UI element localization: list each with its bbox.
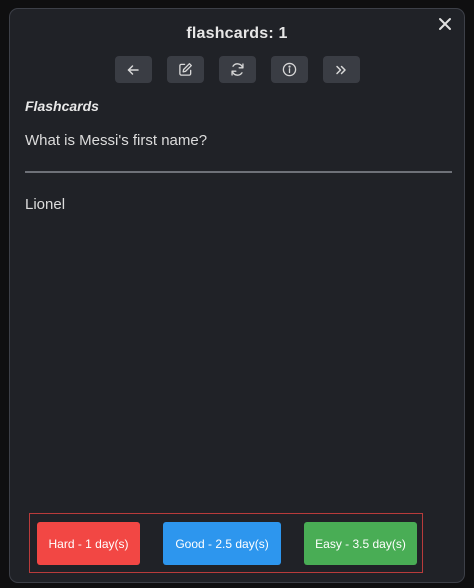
info-icon — [282, 62, 297, 77]
good-button[interactable]: Good - 2.5 day(s) — [163, 522, 281, 565]
edit-icon — [178, 62, 193, 77]
toolbar — [10, 56, 464, 83]
easy-button[interactable]: Easy - 3.5 day(s) — [304, 522, 417, 565]
edit-button[interactable] — [166, 56, 204, 83]
skip-button[interactable] — [322, 56, 360, 83]
info-button[interactable] — [270, 56, 308, 83]
modal-title: flashcards: 1 — [186, 25, 288, 42]
reset-button[interactable] — [218, 56, 256, 83]
card-answer: Lionel — [25, 196, 66, 213]
double-chevron-right-icon — [334, 63, 348, 77]
deck-heading: Flashcards — [25, 98, 99, 114]
refresh-icon — [230, 62, 245, 77]
divider — [25, 171, 452, 173]
arrow-left-icon — [126, 63, 140, 77]
rating-bar: Hard - 1 day(s) Good - 2.5 day(s) Easy -… — [29, 513, 423, 573]
back-button[interactable] — [114, 56, 152, 83]
flashcard-modal: flashcards: 1 Flashcards What is Messi's… — [9, 8, 465, 583]
hard-button[interactable]: Hard - 1 day(s) — [37, 522, 140, 565]
card-question: What is Messi's first name? — [25, 132, 208, 149]
